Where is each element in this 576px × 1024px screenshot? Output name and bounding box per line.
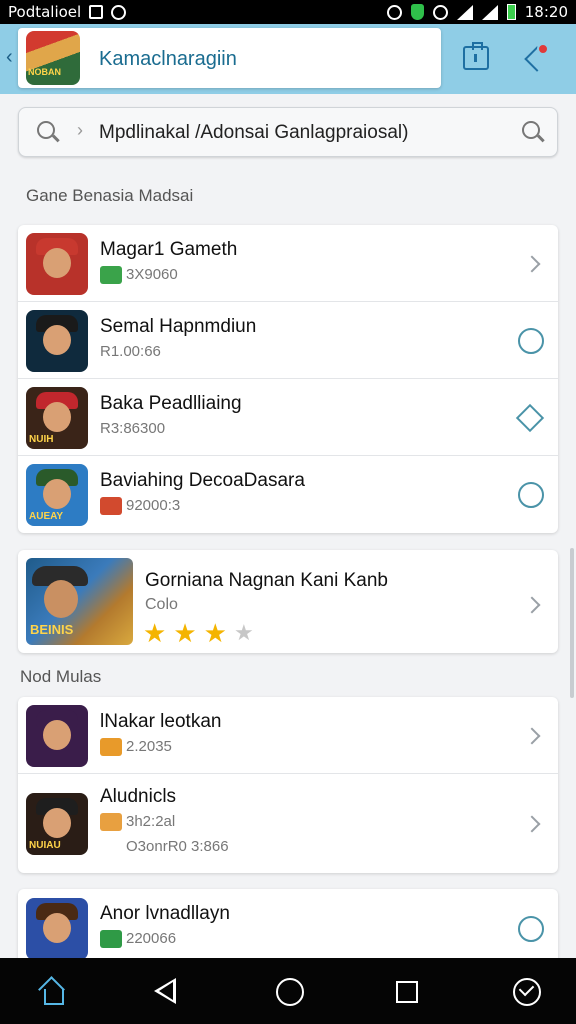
featured-title: Gorniana Nagnan Kani Kanb bbox=[145, 570, 388, 591]
page-title: Kamaclnaragiin bbox=[99, 48, 237, 70]
game-subtitle: 92000:3 bbox=[126, 497, 181, 514]
star-rating: ★ ★ ★ ★ bbox=[143, 620, 254, 646]
game-thumbnail: AUEAY bbox=[26, 464, 88, 526]
game-title: Anor lvnadllayn bbox=[100, 903, 230, 924]
featured-card[interactable]: BEINIS Gorniana Nagnan Kani Kanb Colo ★ … bbox=[18, 550, 558, 653]
diamond-icon[interactable] bbox=[515, 403, 545, 433]
list-item[interactable]: NUIH Baka Peadlliaing R3:86300 bbox=[18, 379, 558, 456]
game-thumbnail bbox=[26, 233, 88, 295]
list-item[interactable]: lNakar leotkan 2.2035 bbox=[18, 697, 558, 774]
notification-badge bbox=[537, 43, 549, 55]
section-header: Gane Benasia Madsai bbox=[26, 186, 194, 205]
chevron-right-icon[interactable] bbox=[523, 723, 544, 745]
sync-icon bbox=[111, 4, 127, 20]
app-header: ‹ NOBAN Kamaclnaragiin bbox=[0, 24, 576, 94]
category-icon bbox=[100, 930, 122, 948]
star-icon: ★ bbox=[203, 618, 227, 648]
circle-icon[interactable] bbox=[518, 916, 544, 942]
list-item[interactable]: Semal Hapnmdiun R1.00:66 bbox=[18, 302, 558, 379]
assistant-icon[interactable] bbox=[513, 978, 541, 1006]
game-thumbnail bbox=[26, 898, 88, 960]
list-item[interactable]: NUIAU Aludnicls 3h2:2al O3onrR0 3:866 bbox=[18, 774, 558, 873]
thumb-text: AUEAY bbox=[29, 511, 64, 522]
game-detail: O3onrR0 3:866 bbox=[126, 838, 229, 855]
game-subtitle: 3X9060 bbox=[126, 266, 178, 283]
search-input[interactable]: Mpdlinakal /Adonsai Ganlagpraiosal) bbox=[99, 122, 408, 144]
featured-subtitle: Colo bbox=[145, 596, 178, 613]
thumb-text: NUIAU bbox=[29, 840, 61, 851]
half-star-icon: ★ bbox=[233, 620, 254, 645]
list-item[interactable]: AUEAY Baviahing DecoaDasara 92000:3 bbox=[18, 456, 558, 533]
shield-icon bbox=[410, 4, 424, 20]
signal-icon bbox=[481, 4, 498, 20]
title-bar: NOBAN Kamaclnaragiin bbox=[18, 28, 441, 88]
circle-icon[interactable] bbox=[518, 482, 544, 508]
game-subtitle: 3h2:2al bbox=[126, 813, 176, 830]
game-title: Baka Peadlliaing bbox=[100, 393, 242, 414]
game-title: Baviahing DecoaDasara bbox=[100, 470, 305, 491]
chevron-right-icon[interactable] bbox=[523, 592, 544, 614]
clipboard-icon[interactable] bbox=[463, 42, 489, 70]
list-item[interactable]: Anor lvnadllayn 220066 bbox=[18, 889, 558, 969]
game-list: Anor lvnadllayn 220066 bbox=[18, 889, 558, 969]
game-thumbnail: NUIH bbox=[26, 387, 88, 449]
section-header: Nod Mulas bbox=[20, 667, 102, 686]
game-list: lNakar leotkan 2.2035 NUIAU Aludnicls 3h2:… bbox=[18, 697, 558, 873]
app-logo: NOBAN bbox=[26, 31, 80, 85]
game-title: Semal Hapnmdiun bbox=[100, 316, 257, 337]
game-subtitle: R3:86300 bbox=[100, 420, 166, 437]
category-icon bbox=[100, 266, 122, 284]
search-icon[interactable] bbox=[37, 121, 55, 139]
battery-icon bbox=[506, 4, 516, 20]
back-nav-icon[interactable] bbox=[154, 978, 176, 1004]
game-subtitle: R1.00:66 bbox=[100, 343, 161, 360]
star-icon: ★ bbox=[173, 618, 197, 648]
game-title: Magar1 Gameth bbox=[100, 239, 238, 260]
search-submit-icon[interactable] bbox=[522, 121, 540, 139]
wifi-icon bbox=[456, 4, 473, 20]
game-list: Magar1 Gameth 3X9060 Semal Hapnmdiun R1.00… bbox=[18, 225, 558, 533]
game-subtitle: 2.2035 bbox=[126, 738, 172, 755]
circle-icon[interactable] bbox=[518, 328, 544, 354]
list-item[interactable]: Magar1 Gameth 3X9060 bbox=[18, 225, 558, 302]
chevron-right-icon[interactable] bbox=[523, 251, 544, 273]
status-bar: Podtalioel 18:20 bbox=[0, 0, 576, 24]
game-title: Aludnicls bbox=[100, 786, 177, 807]
chevron-right-icon[interactable] bbox=[523, 811, 544, 833]
back-button[interactable]: ‹ bbox=[6, 46, 13, 69]
clock: 18:20 bbox=[524, 3, 568, 21]
carrier-label: Podtalioel bbox=[8, 3, 82, 21]
navigation-bar bbox=[0, 958, 576, 1024]
notification-icon bbox=[89, 5, 104, 19]
logo-text: NOBAN bbox=[28, 67, 61, 77]
home-icon[interactable] bbox=[38, 978, 66, 1006]
game-thumbnail bbox=[26, 310, 88, 372]
featured-thumbnail: BEINIS bbox=[26, 558, 133, 645]
alarm-icon bbox=[386, 4, 402, 20]
search-bar[interactable]: › Mpdlinakal /Adonsai Ganlagpraiosal) bbox=[18, 107, 558, 157]
chevron-right-icon: › bbox=[77, 120, 83, 140]
game-thumbnail: NUIAU bbox=[26, 793, 88, 855]
scrollbar[interactable] bbox=[570, 548, 574, 698]
game-title: lNakar leotkan bbox=[100, 711, 222, 732]
recent-apps-icon[interactable] bbox=[396, 981, 418, 1003]
category-icon bbox=[100, 813, 122, 831]
star-icon: ★ bbox=[143, 618, 167, 648]
category-icon bbox=[100, 497, 122, 515]
game-subtitle: 220066 bbox=[126, 930, 177, 947]
home-circle-icon[interactable] bbox=[276, 978, 304, 1006]
game-thumbnail bbox=[26, 705, 88, 767]
category-icon bbox=[100, 738, 122, 756]
thumb-text: NUIH bbox=[29, 434, 54, 445]
featured-thumb-text: BEINIS bbox=[30, 622, 74, 637]
rotate-icon bbox=[432, 4, 448, 20]
